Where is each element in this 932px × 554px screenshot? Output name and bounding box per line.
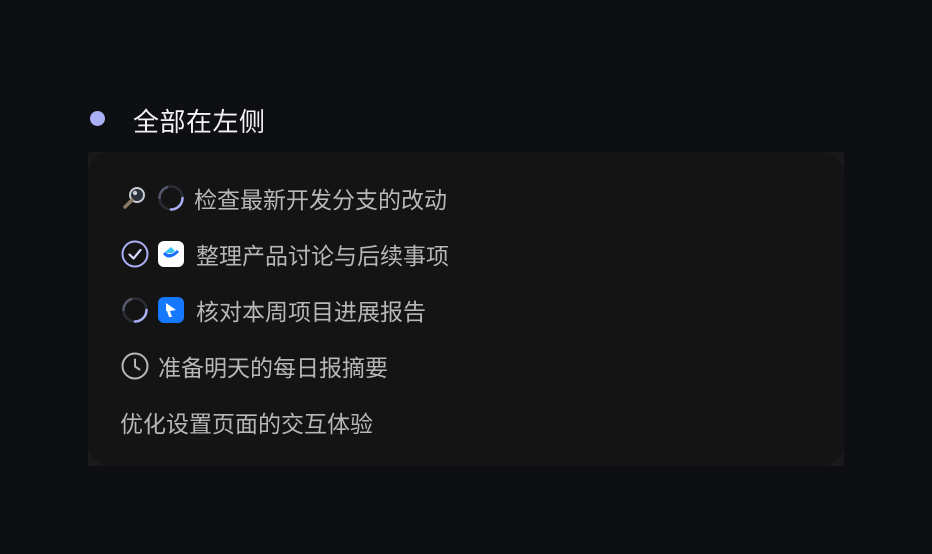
task-item-daily-summary[interactable]: 准备明天的每日报摘要 <box>120 349 388 383</box>
feishu-app-icon <box>158 297 184 323</box>
task-label: 整理产品讨论与后续事项 <box>196 244 449 270</box>
spinner-icon <box>156 183 186 213</box>
section-header: 全部在左侧 <box>90 101 266 139</box>
section-title: 全部在左侧 <box>133 107 266 138</box>
task-item-product-discussion[interactable]: 整理产品讨论与后续事项 <box>120 237 449 271</box>
spinner-icon <box>120 295 150 325</box>
task-label: 准备明天的每日报摘要 <box>158 356 388 382</box>
task-label: 核对本周项目进展报告 <box>196 300 426 326</box>
task-item-settings-ux[interactable]: 优化设置页面的交互体验 <box>120 405 373 439</box>
clock-icon <box>120 351 150 381</box>
magnifier-icon <box>120 183 150 213</box>
task-label: 优化设置页面的交互体验 <box>120 412 373 438</box>
task-label: 检查最新开发分支的改动 <box>194 188 447 214</box>
check-circle-icon <box>120 239 150 269</box>
docs-app-icon <box>158 241 184 267</box>
task-item-review-branch[interactable]: 检查最新开发分支的改动 <box>120 181 447 215</box>
section-bullet-dot <box>90 110 105 126</box>
task-item-weekly-report[interactable]: 核对本周项目进展报告 <box>120 293 426 327</box>
